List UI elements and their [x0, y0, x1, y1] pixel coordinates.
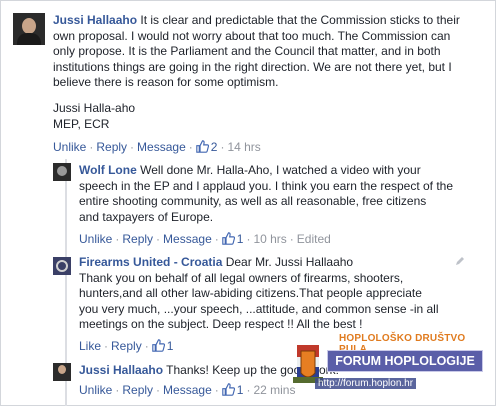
comment-actions: Unlike · Reply · Message · 2 · 14 hrs [53, 140, 261, 156]
reply-link[interactable]: Reply [122, 232, 153, 246]
avatar[interactable] [53, 363, 71, 381]
comment-actions: Unlike · Reply · Message · 1 · 10 hrs · Edited [79, 232, 331, 248]
comment-actions: Unlike · Reply · Message · 1 · 22 mins [79, 383, 296, 399]
timestamp[interactable]: 14 hrs [227, 140, 260, 154]
thumbs-up-icon[interactable] [221, 232, 235, 248]
watermark-banner: FORUM HOPLOLOGIJE [327, 350, 483, 372]
thumbs-up-icon[interactable] [195, 140, 209, 156]
comment-line: you very much, ...your speech, ...attitu… [79, 301, 439, 316]
comment-line: speech in the EP and I applaud you. I th… [79, 178, 454, 193]
message-link[interactable]: Message [163, 232, 212, 246]
comment-line: Dear Mr. Jussi Hallaaho [225, 255, 354, 269]
author-name[interactable]: Wolf Lone [79, 163, 137, 177]
pencil-icon[interactable] [455, 255, 465, 269]
like-link[interactable]: Like [79, 339, 101, 353]
reply-link[interactable]: Reply [122, 383, 153, 397]
avatar[interactable] [53, 257, 71, 275]
timestamp[interactable]: 22 mins [253, 383, 295, 397]
comment-wolf-lone: Wolf Lone Well done Mr. Halla-Aho, I wat… [53, 161, 491, 249]
signature-line: Jussi Halla-aho [53, 100, 136, 115]
comment-line: believe there is reason for some optimis… [53, 75, 279, 90]
comment-body: Firearms United - Croatia Dear Mr. Jussi… [79, 255, 479, 333]
comment-line: Thank you on behalf of all legal owners … [79, 270, 404, 285]
reply-link[interactable]: Reply [96, 140, 127, 154]
watermark-url: http://forum.hoplon.hr [315, 378, 417, 389]
comment-line: entire shooting community, as well as al… [79, 194, 427, 209]
comment-line: institutions things are going in the rig… [53, 59, 452, 74]
comment-line: own proposal. I would not worry about th… [53, 28, 451, 43]
thumbs-up-icon[interactable] [221, 383, 235, 399]
unlike-link[interactable]: Unlike [53, 140, 86, 154]
reply-link[interactable]: Reply [111, 339, 142, 353]
avatar[interactable] [53, 163, 71, 181]
timestamp[interactable]: 10 hrs [253, 232, 286, 246]
comment-line: and taxpayers of Europe. [79, 209, 214, 224]
comment-actions: Like · Reply · 1 [79, 339, 174, 355]
avatar[interactable] [13, 13, 45, 45]
comment-line: only propose. It is the Parliament and t… [53, 44, 441, 59]
comment-line: Well done Mr. Halla-Aho, I watched a vid… [140, 163, 421, 177]
unlike-link[interactable]: Unlike [79, 232, 112, 246]
forum-watermark: HOPLOLOŠKO DRUŠTVO PULA FORUM HOPLOLOGIJ… [291, 331, 487, 406]
thumbs-up-icon[interactable] [151, 339, 165, 355]
signature-line: MEP, ECR [53, 116, 110, 131]
edited-label[interactable]: Edited [297, 232, 331, 246]
unlike-link[interactable]: Unlike [79, 383, 112, 397]
comment-line: It is clear and predictable that the Com… [140, 13, 460, 27]
author-name[interactable]: Jussi Hallaaho [79, 363, 163, 377]
message-link[interactable]: Message [137, 140, 186, 154]
author-name[interactable]: Jussi Hallaaho [53, 13, 137, 27]
comment-body: Jussi Hallaaho It is clear and predictab… [53, 13, 489, 132]
author-name[interactable]: Firearms United - Croatia [79, 255, 222, 269]
like-count[interactable]: 1 [167, 339, 174, 353]
comment-body: Wolf Lone Well done Mr. Halla-Aho, I wat… [79, 163, 489, 225]
comment-jussi-1: Jussi Hallaaho It is clear and predictab… [13, 9, 491, 159]
comment-line: hunters,and all other law-abiding citize… [79, 286, 422, 301]
comment-thread: Jussi Hallaaho It is clear and predictab… [0, 0, 496, 406]
message-link[interactable]: Message [163, 383, 212, 397]
